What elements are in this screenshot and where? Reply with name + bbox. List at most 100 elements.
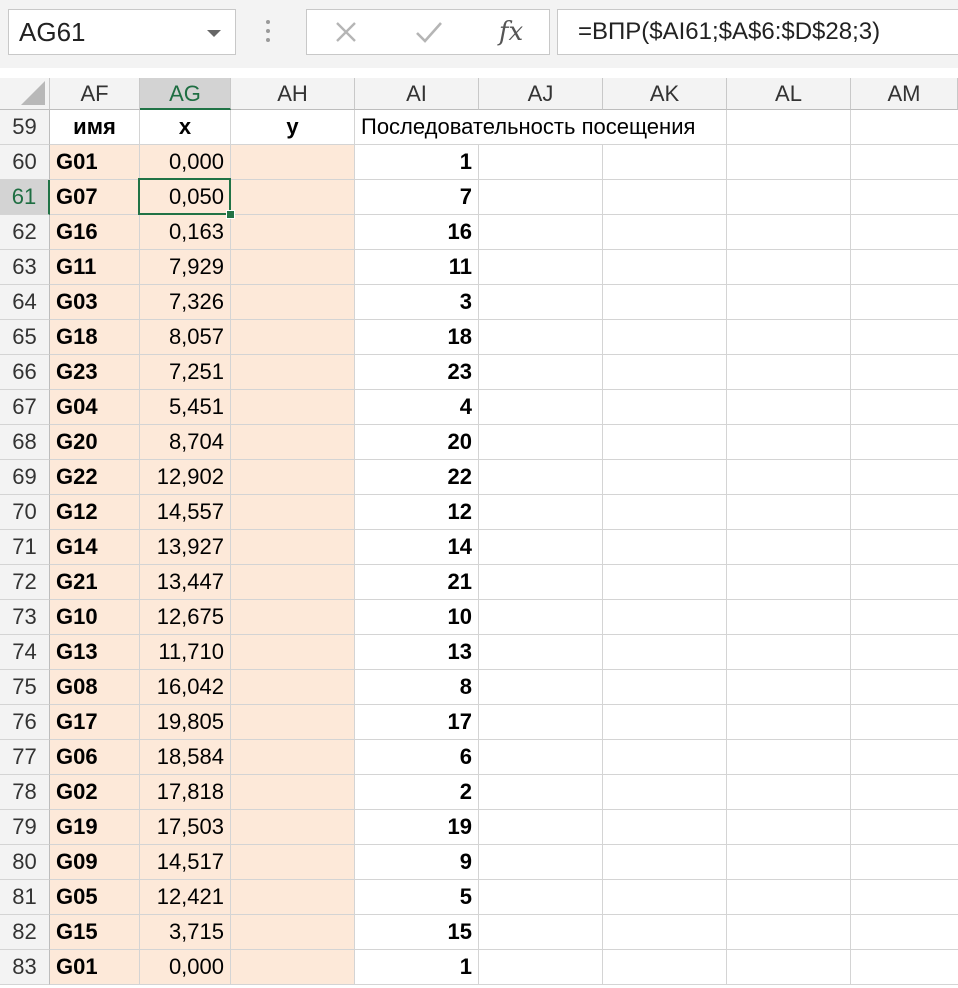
cell[interactable] xyxy=(851,250,958,285)
cell[interactable] xyxy=(603,215,727,250)
cell-name[interactable]: G08 xyxy=(50,670,140,705)
cell[interactable] xyxy=(603,180,727,215)
cell[interactable] xyxy=(727,110,851,145)
cell[interactable] xyxy=(727,600,851,635)
cell[interactable] xyxy=(479,285,603,320)
cell-x[interactable]: 18,584 xyxy=(140,740,231,775)
cell[interactable] xyxy=(851,180,958,215)
cell-x[interactable]: 13,927 xyxy=(140,530,231,565)
cell[interactable] xyxy=(603,145,727,180)
cell[interactable] xyxy=(479,530,603,565)
cell-x[interactable]: 11,710 xyxy=(140,635,231,670)
cell-y[interactable] xyxy=(231,355,355,390)
cell-y[interactable] xyxy=(231,180,355,215)
cell[interactable] xyxy=(479,740,603,775)
cell[interactable] xyxy=(851,145,958,180)
cell-name[interactable]: G13 xyxy=(50,635,140,670)
cell-sequence[interactable]: 23 xyxy=(355,355,479,390)
cell-y[interactable] xyxy=(231,390,355,425)
cell-x[interactable]: 0,000 xyxy=(140,145,231,180)
cell[interactable] xyxy=(727,320,851,355)
cell[interactable] xyxy=(851,810,958,845)
cell-y[interactable] xyxy=(231,775,355,810)
cell-x[interactable]: 17,818 xyxy=(140,775,231,810)
row-header[interactable]: 60 xyxy=(0,145,50,180)
cell[interactable] xyxy=(603,915,727,950)
cell[interactable] xyxy=(479,670,603,705)
cell-y[interactable] xyxy=(231,635,355,670)
cell-name[interactable]: G04 xyxy=(50,390,140,425)
cell[interactable] xyxy=(479,460,603,495)
cell-sequence[interactable]: 15 xyxy=(355,915,479,950)
cell[interactable] xyxy=(603,705,727,740)
column-header-ah[interactable]: AH xyxy=(231,78,355,110)
cell[interactable] xyxy=(851,880,958,915)
row-header[interactable]: 69 xyxy=(0,460,50,495)
cell-sequence[interactable]: 8 xyxy=(355,670,479,705)
row-header[interactable]: 74 xyxy=(0,635,50,670)
cell-sequence[interactable]: 20 xyxy=(355,425,479,460)
cell[interactable] xyxy=(851,110,958,145)
cell-y[interactable] xyxy=(231,565,355,600)
cell[interactable] xyxy=(603,810,727,845)
name-box-value[interactable]: AG61 xyxy=(19,10,86,54)
cell-y[interactable] xyxy=(231,810,355,845)
cell[interactable] xyxy=(727,495,851,530)
cell[interactable] xyxy=(479,215,603,250)
cell-y[interactable] xyxy=(231,705,355,740)
cell[interactable] xyxy=(727,530,851,565)
cell-name[interactable]: G16 xyxy=(50,215,140,250)
cell-x[interactable]: 7,251 xyxy=(140,355,231,390)
cell-name[interactable]: G21 xyxy=(50,565,140,600)
cell[interactable] xyxy=(851,740,958,775)
cell[interactable] xyxy=(727,775,851,810)
row-header[interactable]: 64 xyxy=(0,285,50,320)
cell[interactable] xyxy=(479,425,603,460)
cell-sequence[interactable]: 13 xyxy=(355,635,479,670)
cell[interactable] xyxy=(603,390,727,425)
cell[interactable] xyxy=(851,915,958,950)
row-header[interactable]: 71 xyxy=(0,530,50,565)
cell-x[interactable]: 0,163 xyxy=(140,215,231,250)
cell[interactable] xyxy=(727,950,851,985)
cell-name[interactable]: G15 xyxy=(50,915,140,950)
cell-name[interactable]: G01 xyxy=(50,950,140,985)
column-header-ai[interactable]: AI xyxy=(355,78,479,110)
cell-name[interactable]: G23 xyxy=(50,355,140,390)
cell[interactable] xyxy=(727,355,851,390)
cell-y[interactable] xyxy=(231,950,355,985)
cell-sequence[interactable]: 16 xyxy=(355,215,479,250)
cell[interactable] xyxy=(603,460,727,495)
column-header-ag[interactable]: AG xyxy=(140,78,231,110)
cell[interactable] xyxy=(479,600,603,635)
row-header[interactable]: 61 xyxy=(0,180,50,215)
cell[interactable] xyxy=(479,145,603,180)
cell[interactable] xyxy=(603,495,727,530)
cell-header-x[interactable]: x xyxy=(140,110,231,145)
cell[interactable] xyxy=(727,215,851,250)
cell-x[interactable]: 12,675 xyxy=(140,600,231,635)
cell-name[interactable]: G22 xyxy=(50,460,140,495)
cell-header-name[interactable]: имя xyxy=(50,110,140,145)
cell-x[interactable]: 12,421 xyxy=(140,880,231,915)
cell[interactable] xyxy=(727,145,851,180)
row-header[interactable]: 76 xyxy=(0,705,50,740)
cell[interactable] xyxy=(727,740,851,775)
cell[interactable] xyxy=(727,565,851,600)
cell[interactable] xyxy=(603,775,727,810)
cell-name[interactable]: G07 xyxy=(50,180,140,215)
cell-y[interactable] xyxy=(231,670,355,705)
cell-x[interactable]: 3,715 xyxy=(140,915,231,950)
cell[interactable] xyxy=(603,250,727,285)
cell[interactable] xyxy=(603,600,727,635)
cell[interactable] xyxy=(851,320,958,355)
row-header[interactable]: 75 xyxy=(0,670,50,705)
insert-function-icon[interactable]: fx xyxy=(491,10,531,54)
cell[interactable] xyxy=(851,950,958,985)
cell[interactable] xyxy=(479,180,603,215)
cell-name[interactable]: G05 xyxy=(50,880,140,915)
column-header-aj[interactable]: AJ xyxy=(479,78,603,110)
cell-y[interactable] xyxy=(231,145,355,180)
row-header[interactable]: 66 xyxy=(0,355,50,390)
chevron-down-icon[interactable] xyxy=(207,30,221,37)
